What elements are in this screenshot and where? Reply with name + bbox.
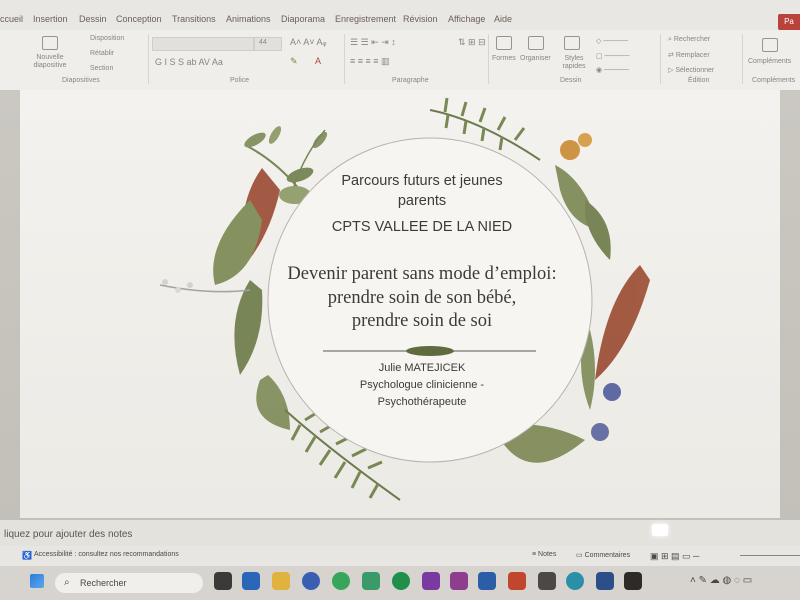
accessibility-icon[interactable]: ♿	[22, 551, 32, 560]
slide-role-line2: Psychothérapeute	[377, 396, 467, 408]
notes-toggle-button[interactable]: ≡ Notes	[532, 551, 556, 558]
windows-start-icon[interactable]	[30, 574, 44, 588]
powerpoint-icon[interactable]	[508, 572, 526, 590]
app-icon-dark[interactable]	[624, 572, 642, 590]
edge-icon[interactable]	[566, 572, 584, 590]
file-explorer-icon[interactable]	[272, 572, 290, 590]
spotify-icon[interactable]	[392, 572, 410, 590]
taskbar-search-box[interactable]	[55, 573, 203, 593]
system-tray-icons[interactable]: ˄ ✎ ☁ ◍ ◌ ▭	[690, 575, 752, 586]
slide-subtitle-line2: parents	[397, 193, 447, 209]
word-icon[interactable]	[478, 572, 496, 590]
whatsapp-icon[interactable]	[332, 572, 350, 590]
slide-title-line2: prendre soin de son bébé,	[327, 288, 517, 308]
teams-icon[interactable]	[450, 572, 468, 590]
slide-organization: CPTS VALLEE DE LA NIED	[331, 219, 513, 235]
slide-title-line3: prendre soin de soi	[351, 311, 493, 331]
slide-role-line1: Psychologue clinicienne -	[359, 379, 485, 391]
calculator-icon[interactable]	[538, 572, 556, 590]
view-buttons[interactable]: ▣ ⊞ ▤ ▭ ─	[650, 551, 699, 562]
zoom-slider[interactable]	[740, 555, 800, 556]
taskbar-search-placeholder[interactable]: Rechercher	[80, 578, 127, 588]
photos-icon[interactable]	[596, 572, 614, 590]
outlook-icon[interactable]	[242, 572, 260, 590]
slide-subtitle-line1: Parcours futurs et jeunes	[341, 173, 503, 189]
slide-title-line1: Devenir parent sans mode d’emploi:	[287, 264, 557, 284]
notes-placeholder[interactable]: liquez pour ajouter des notes	[4, 529, 132, 540]
task-view-icon[interactable]	[214, 572, 232, 590]
search-icon: ⌕	[64, 577, 70, 588]
facebook-icon[interactable]	[302, 572, 320, 590]
app-icon-green[interactable]	[362, 572, 380, 590]
comments-toggle-button[interactable]: ▭ Commentaires	[576, 551, 630, 559]
onenote-icon[interactable]	[422, 572, 440, 590]
slide-author: Julie MATEJICEK	[378, 362, 466, 374]
accessibility-status[interactable]: Accessibilité : consultez nos recommanda…	[34, 551, 179, 558]
cursor-highlight	[652, 524, 668, 536]
